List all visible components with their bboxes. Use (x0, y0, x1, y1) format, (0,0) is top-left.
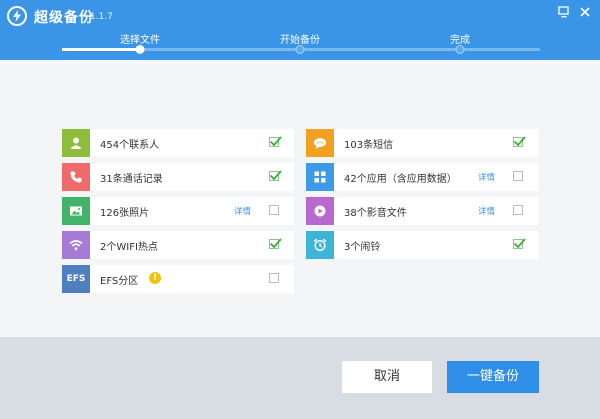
item-wifi[interactable]: 2个WIFI热点 (62, 231, 294, 259)
cancel-button[interactable]: 取消 (342, 361, 432, 393)
checkmark-icon (269, 170, 282, 181)
detail-link[interactable]: 详情 (478, 171, 495, 183)
backup-window: 超级备份 1.1.7 选择文件 开始备份 完成 454个联系人 103条短信 3… (0, 0, 600, 419)
close-icon[interactable] (578, 5, 592, 19)
item-label: 2个WIFI热点 (100, 242, 158, 253)
item-checkbox[interactable] (513, 171, 523, 181)
app-title: 超级备份 (34, 10, 94, 26)
item-label: 38个影音文件 (344, 208, 407, 219)
item-photos[interactable]: 126张照片 详情 (62, 197, 294, 225)
backup-item-list: 454个联系人 103条短信 31条通话记录 42个应用（含应用数据） 详情 1… (0, 60, 600, 337)
step-progress: 选择文件 开始备份 完成 (0, 28, 600, 60)
apps-icon (306, 163, 334, 191)
phone-icon (62, 163, 90, 191)
step-label-done: 完成 (450, 35, 470, 46)
checkmark-icon (513, 136, 526, 147)
step-line-complete (62, 48, 140, 51)
step-line-pending (300, 48, 460, 51)
detail-link[interactable]: 详情 (234, 205, 251, 217)
item-media[interactable]: 38个影音文件 详情 (306, 197, 538, 225)
item-checkbox[interactable] (269, 136, 282, 147)
item-label: EFS分区 (100, 276, 139, 287)
media-icon (306, 197, 334, 225)
item-label: 454个联系人 (100, 140, 160, 151)
item-sms[interactable]: 103条短信 (306, 129, 538, 157)
item-label: 42个应用（含应用数据） (344, 174, 457, 185)
alarm-icon (306, 231, 334, 259)
step-dot-select (135, 45, 145, 54)
item-checkbox[interactable] (269, 273, 279, 283)
step-line-pending (460, 48, 540, 51)
app-version: 1.1.7 (90, 12, 113, 22)
sms-icon (306, 129, 334, 157)
step-line-pending (140, 48, 300, 51)
efs-icon: EFS (62, 265, 90, 293)
item-contacts[interactable]: 454个联系人 (62, 129, 294, 157)
minimize-icon[interactable] (557, 5, 571, 19)
item-call-log[interactable]: 31条通话记录 (62, 163, 294, 191)
one-click-backup-button[interactable]: 一键备份 (447, 361, 539, 393)
item-alarms[interactable]: 3个闹铃 (306, 231, 538, 259)
item-checkbox[interactable] (269, 170, 282, 181)
item-checkbox[interactable] (513, 136, 526, 147)
item-checkbox[interactable] (269, 238, 282, 249)
item-label: 31条通话记录 (100, 174, 163, 185)
step-label-select: 选择文件 (120, 35, 160, 46)
app-logo-icon (7, 6, 27, 26)
step-label-start: 开始备份 (280, 35, 320, 46)
photo-icon (62, 197, 90, 225)
title-bar: 超级备份 1.1.7 选择文件 开始备份 完成 (0, 0, 600, 60)
warning-icon[interactable]: ! (149, 272, 161, 284)
detail-link[interactable]: 详情 (478, 205, 495, 217)
item-apps[interactable]: 42个应用（含应用数据） 详情 (306, 163, 538, 191)
item-checkbox[interactable] (269, 205, 279, 215)
wifi-icon (62, 231, 90, 259)
efs-icon-text: EFS (66, 274, 86, 284)
step-dot-done (455, 45, 465, 54)
footer-bar: 取消 一键备份 (0, 337, 600, 419)
checkmark-icon (269, 136, 282, 147)
checkmark-icon (513, 238, 526, 249)
step-dot-start (295, 45, 305, 54)
item-checkbox[interactable] (513, 205, 523, 215)
contact-icon (62, 129, 90, 157)
item-checkbox[interactable] (513, 238, 526, 249)
item-label: 3个闹铃 (344, 242, 381, 253)
item-efs[interactable]: EFS EFS分区 ! (62, 265, 294, 293)
item-label: 103条短信 (344, 140, 394, 151)
checkmark-icon (269, 238, 282, 249)
item-label: 126张照片 (100, 208, 150, 219)
